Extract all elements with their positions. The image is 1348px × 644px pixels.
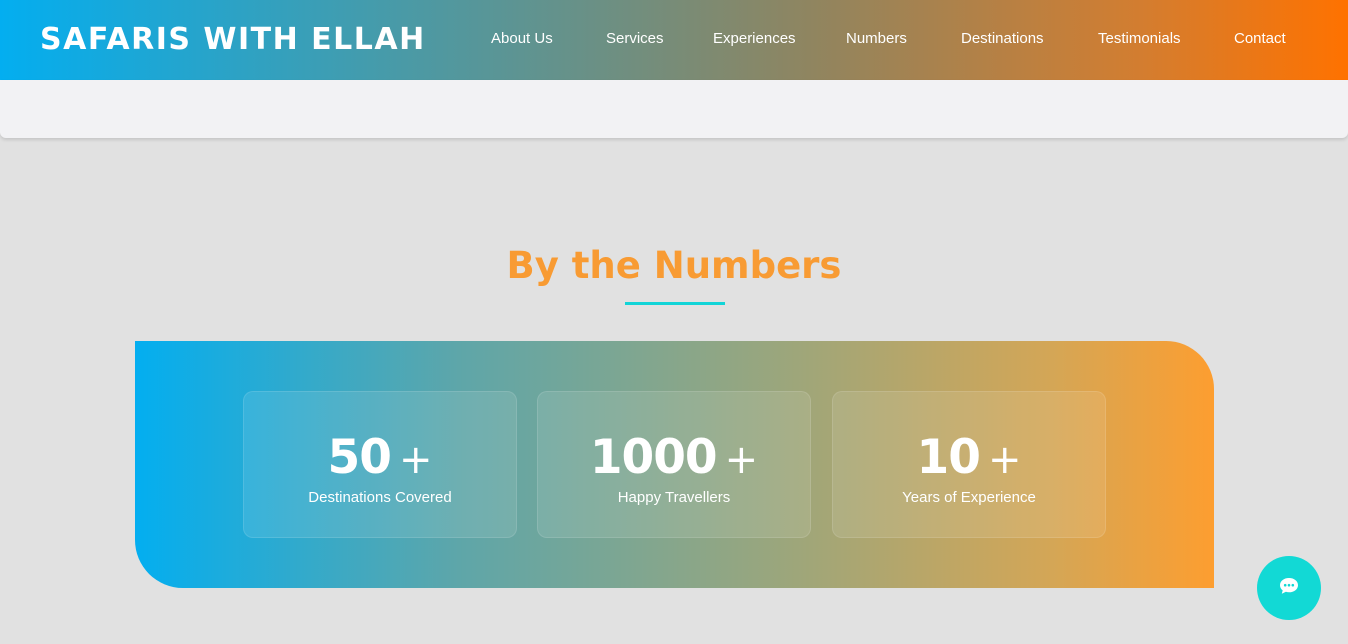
chat-bubble-icon [1279, 577, 1299, 599]
stat-suffix: + [987, 437, 1022, 483]
stat-label: Happy Travellers [617, 489, 731, 506]
nav-link-testimonials[interactable]: Testimonials [1098, 30, 1181, 47]
stat-number: 50 [327, 430, 392, 485]
stat-number: 1000 [589, 430, 718, 485]
section-title: By the Numbers [506, 244, 842, 287]
stat-label: Years of Experience [902, 489, 1036, 506]
stat-card-experience: 10 + Years of Experience [832, 391, 1106, 538]
nav-link-numbers[interactable]: Numbers [846, 30, 907, 47]
nav-link-about[interactable]: About Us [491, 30, 553, 47]
chat-button[interactable] [1257, 556, 1321, 620]
nav-link-destinations[interactable]: Destinations [961, 30, 1044, 47]
site-header: SAFARIS WITH ELLAH About Us Services Exp… [0, 0, 1348, 80]
nav-link-experiences[interactable]: Experiences [713, 30, 796, 47]
nav-link-services[interactable]: Services [606, 30, 664, 47]
stats-panel: 50 + Destinations Covered 1000 + Happy Tra… [135, 341, 1214, 588]
nav-link-contact[interactable]: Contact [1234, 30, 1286, 47]
stat-suffix: + [398, 437, 433, 483]
stat-number: 10 [916, 430, 981, 485]
header-subbar [0, 80, 1348, 138]
stat-value: 1000 + [538, 430, 810, 488]
brand-logo-text[interactable]: SAFARIS WITH ELLAH [40, 22, 426, 57]
stat-suffix: + [724, 437, 759, 483]
stat-card-travellers: 1000 + Happy Travellers [537, 391, 811, 538]
stat-value: 50 + [244, 430, 516, 488]
stat-label: Destinations Covered [308, 489, 452, 506]
title-underline [625, 302, 725, 305]
stat-value: 10 + [833, 430, 1105, 488]
stat-card-destinations: 50 + Destinations Covered [243, 391, 517, 538]
